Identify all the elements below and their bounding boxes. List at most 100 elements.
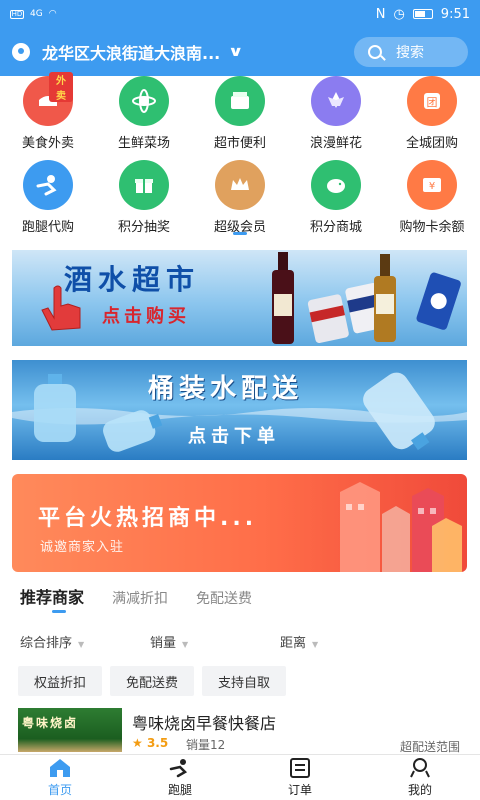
nav-orders[interactable]: 订单 [240, 755, 360, 800]
app-header: 龙华区大浪街道大浪南... ∨ 搜索 [0, 28, 480, 76]
home-icon [50, 759, 70, 777]
nfc-icon: N [375, 6, 386, 22]
tab-recommended[interactable]: 推荐商家 [20, 584, 84, 608]
category-label: 积分抽奖 [117, 220, 170, 235]
sort-sales[interactable]: 销量 ▼ [150, 632, 188, 651]
liquor-banner-cta: 点击购买 [102, 306, 190, 327]
status-bar: HD 4G ◠ N ◷ 9:51 [0, 0, 480, 28]
shop-thumbnail: 粤味烧卤 [18, 708, 122, 752]
nav-label: 我的 [407, 783, 432, 797]
chip-benefit-discount[interactable]: 权益折扣 [18, 666, 103, 696]
sort-label: 距离 [280, 636, 307, 651]
category-fresh[interactable]: 生鲜菜场 [96, 76, 192, 151]
nav-label: 订单 [287, 783, 312, 797]
bottom-nav: 首页 跑腿 订单 我的 [0, 754, 480, 800]
sort-label: 综合排序 [20, 636, 73, 651]
takeout-icon: 外卖 [23, 72, 73, 126]
merchant-filter-tabs: 推荐商家 满减折扣 免配送费 [20, 584, 252, 608]
category-errand[interactable]: 跑腿代购 [0, 160, 96, 235]
takeout-tag: 外卖 [49, 72, 73, 102]
category-card-balance[interactable]: ¥ 购物卡余额 [384, 160, 480, 235]
svg-text:¥: ¥ [429, 181, 435, 192]
category-lottery[interactable]: 积分抽奖 [96, 160, 192, 235]
location-pin-icon[interactable] [12, 43, 30, 61]
search-box[interactable]: 搜索 [354, 37, 468, 67]
category-label: 全城团购 [405, 136, 458, 151]
merchant-banner[interactable]: 平台火热招商中... 诚邀商家入驻 [12, 474, 467, 572]
gift-icon [119, 160, 169, 210]
water-jugs-illustration [12, 372, 467, 452]
water-banner[interactable]: 桶装水配送 点击下单 [12, 360, 467, 460]
piggy-bank-icon [311, 160, 361, 210]
sort-bar: 综合排序 ▼ 销量 ▼ 距离 ▼ [0, 632, 480, 656]
card-balance-icon: ¥ [407, 160, 457, 210]
category-flower[interactable]: 浪漫鲜花 [288, 76, 384, 151]
status-right: N ◷ 9:51 [376, 7, 470, 22]
nav-label: 跑腿 [167, 783, 192, 797]
nav-profile[interactable]: 我的 [360, 755, 480, 800]
merchant-banner-title: 平台火热招商中... [38, 506, 258, 531]
category-label: 生鲜菜场 [117, 136, 170, 151]
battery-icon [412, 9, 433, 19]
signal-label: 4G [30, 9, 43, 19]
category-label: 浪漫鲜花 [309, 136, 362, 151]
tab-free-delivery[interactable]: 免配送费 [196, 588, 252, 608]
city-buildings-illustration [340, 482, 462, 572]
tab-active-indicator [52, 610, 66, 613]
category-label: 跑腿代购 [21, 220, 74, 235]
category-label: 美食外卖 [21, 136, 74, 151]
fresh-produce-icon [119, 76, 169, 126]
category-label: 超市便利 [213, 136, 266, 151]
profile-icon [410, 758, 430, 778]
errand-run-icon [169, 759, 188, 778]
star-icon: ★ [132, 736, 143, 750]
app-home-page: HD 4G ◠ N ◷ 9:51 龙华区大浪街道大浪南... ∨ 搜索 外卖 美… [0, 0, 480, 800]
wifi-icon: ◠ [48, 9, 57, 19]
chip-self-pickup[interactable]: 支持自取 [202, 666, 287, 696]
search-label: 搜索 [396, 45, 424, 61]
category-label: 积分商城 [309, 220, 362, 235]
svg-text:团: 团 [427, 96, 438, 109]
crown-icon [215, 160, 265, 210]
shop-sign-text: 粤味烧卤 [22, 716, 79, 730]
liquor-banner[interactable]: 酒水超市 点击购买 [12, 250, 467, 346]
shop-rating: ★ 3.5 [132, 736, 168, 750]
supermarket-icon [215, 76, 265, 126]
category-page-indicator [233, 232, 247, 235]
network-badge: HD [10, 9, 24, 19]
status-left: HD 4G ◠ [10, 9, 57, 19]
merchant-banner-subtitle: 诚邀商家入驻 [40, 540, 125, 555]
nav-home[interactable]: 首页 [0, 755, 120, 800]
quick-filter-chips: 权益折扣 免配送费 支持自取 [18, 666, 287, 696]
tab-discount[interactable]: 满减折扣 [112, 588, 168, 608]
category-label: 购物卡余额 [399, 220, 465, 235]
chip-free-delivery[interactable]: 免配送费 [110, 666, 195, 696]
location-text[interactable]: 龙华区大浪街道大浪南... [42, 40, 220, 64]
flower-icon [311, 76, 361, 126]
category-supermarket[interactable]: 超市便利 [192, 76, 288, 151]
alarm-icon: ◷ [393, 6, 405, 22]
shop-rating-value: 3.5 [146, 736, 169, 750]
shop-list-item[interactable]: 粤味烧卤 粤味烧卤早餐快餐店 ★ 3.5 销量12 超配送范围 [0, 708, 480, 756]
category-takeout[interactable]: 外卖 美食外卖 [0, 72, 96, 151]
order-icon [290, 758, 310, 778]
caret-down-icon: ▼ [182, 640, 189, 649]
shop-name: 粤味烧卤早餐快餐店 [132, 714, 277, 733]
shop-range-note: 超配送范围 [399, 740, 460, 754]
sort-label: 销量 [150, 636, 177, 651]
nav-errand[interactable]: 跑腿 [120, 755, 240, 800]
chevron-down-icon[interactable]: ∨ [228, 44, 244, 60]
drinks-illustration [272, 252, 461, 344]
group-buy-icon: 团 [407, 76, 457, 126]
search-icon [368, 45, 382, 59]
hand-pointer-icon [41, 285, 81, 331]
category-points-mall[interactable]: 积分商城 [288, 160, 384, 235]
nav-label: 首页 [47, 783, 72, 797]
category-vip[interactable]: 超级会员 [192, 160, 288, 235]
category-group-buy[interactable]: 团 全城团购 [384, 76, 480, 151]
category-grid: 外卖 美食外卖 生鲜菜场 超市便利 浪漫鲜花 团 全城团购 跑腿代购 积分抽奖 … [0, 72, 480, 236]
sort-overall[interactable]: 综合排序 ▼ [20, 632, 84, 651]
errand-icon [23, 160, 73, 210]
caret-down-icon: ▼ [312, 640, 319, 649]
sort-distance[interactable]: 距离 ▼ [280, 632, 318, 651]
